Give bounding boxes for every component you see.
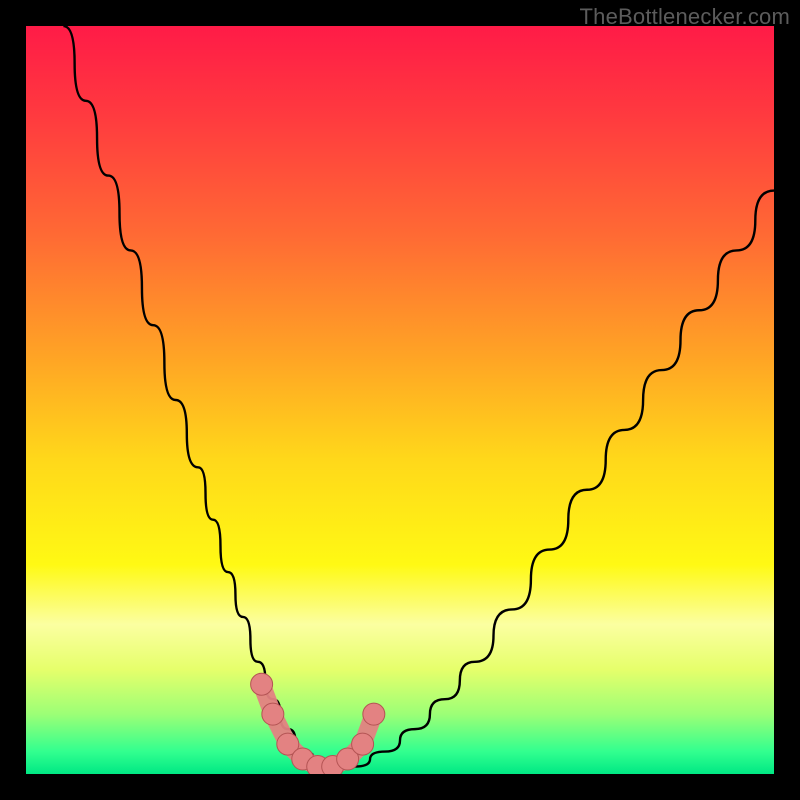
chart-frame: TheBottlenecker.com <box>0 0 800 800</box>
marker-dot <box>363 703 385 725</box>
plot-area <box>26 26 774 774</box>
marker-dot <box>251 673 273 695</box>
curve-layer <box>26 26 774 774</box>
marker-dot <box>262 703 284 725</box>
marker-group <box>251 673 385 774</box>
marker-dot <box>352 733 374 755</box>
bottleneck-curve <box>63 26 774 767</box>
watermark-text: TheBottlenecker.com <box>580 4 790 30</box>
